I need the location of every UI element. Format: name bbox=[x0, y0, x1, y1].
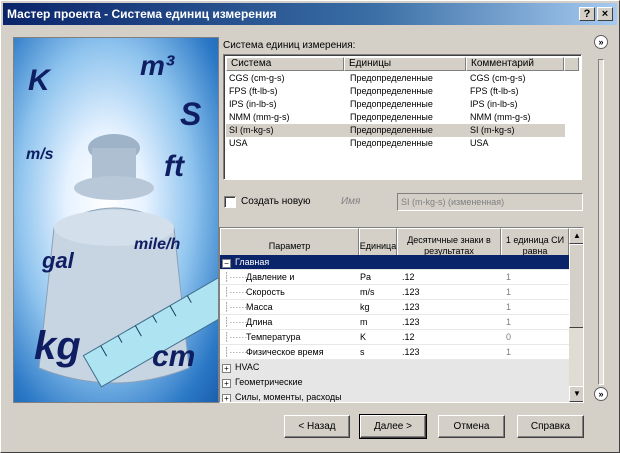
wizard-picture: K m³ S m/s ft mile/h gal kg cm bbox=[13, 37, 219, 403]
list-item[interactable]: IPS (in-lb-s) Предопределенные IPS (in-l… bbox=[226, 98, 565, 111]
expand-icon[interactable]: + bbox=[222, 379, 231, 388]
grid-scrollbar[interactable]: ▲ ▼ bbox=[569, 228, 583, 402]
create-new-checkbox[interactable] bbox=[224, 196, 236, 208]
list-item[interactable]: USA Предопределенные USA bbox=[226, 137, 565, 150]
category-row-hvac[interactable]: + HVAC bbox=[220, 360, 569, 375]
unit-label: S bbox=[180, 96, 202, 132]
column-header[interactable]: Единицы bbox=[344, 57, 466, 71]
table-row[interactable]: ┊······ Физическое время s .123 1 bbox=[220, 345, 569, 360]
systems-label: Система единиц измерения: bbox=[223, 40, 356, 51]
unit-label: m³ bbox=[140, 50, 175, 81]
unit-label: gal bbox=[42, 248, 74, 273]
expand-icon[interactable]: + bbox=[222, 394, 231, 402]
collapse-icon[interactable]: − bbox=[222, 259, 231, 268]
column-header[interactable]: Система bbox=[226, 57, 344, 71]
chevron-down-icon[interactable]: » bbox=[594, 387, 608, 401]
window-title: Мастер проекта - Система единиц измерени… bbox=[7, 7, 277, 21]
next-button[interactable]: Далее > bbox=[359, 414, 427, 439]
table-row[interactable]: ┊······ Длина m .123 1 bbox=[220, 315, 569, 330]
help-button[interactable]: Справка bbox=[517, 415, 584, 438]
unit-label: m/s bbox=[26, 146, 54, 163]
unit-label: ft bbox=[164, 150, 184, 183]
unit-label: kg bbox=[34, 324, 81, 368]
list-item[interactable]: CGS (cm-g-s) Предопределенные CGS (cm-g-… bbox=[226, 72, 565, 85]
back-button[interactable]: < Назад bbox=[284, 415, 350, 438]
category-row-main[interactable]: − Главная bbox=[220, 255, 569, 270]
column-header[interactable]: Комментарий bbox=[466, 57, 564, 71]
name-input[interactable]: SI (m-kg-s) (измененная) bbox=[397, 193, 583, 211]
chevron-up-icon[interactable]: » bbox=[594, 35, 608, 49]
cancel-button[interactable]: Отмена bbox=[438, 415, 505, 438]
list-item-selected[interactable]: SI (m-kg-s) Предопределенные SI (m-kg-s) bbox=[226, 124, 565, 137]
wizard-window: Мастер проекта - Система единиц измерени… bbox=[0, 0, 620, 453]
close-button[interactable]: × bbox=[597, 7, 613, 21]
table-row[interactable]: ┊······ Масса kg .123 1 bbox=[220, 300, 569, 315]
unit-label: K bbox=[28, 64, 50, 97]
title-bar: Мастер проекта - Система единиц измерени… bbox=[3, 3, 617, 25]
unit-label: cm bbox=[152, 340, 196, 373]
name-label: Имя bbox=[341, 196, 361, 207]
unit-label: mile/h bbox=[134, 236, 181, 253]
table-row[interactable]: ┊······ Давление и Pa .12 1 bbox=[220, 270, 569, 285]
column-header-filler bbox=[564, 57, 579, 71]
help-title-button[interactable]: ? bbox=[579, 7, 595, 21]
create-new-label: Создать новую bbox=[241, 196, 311, 207]
scroll-up-icon[interactable]: ▲ bbox=[569, 228, 583, 244]
expand-icon[interactable]: + bbox=[222, 364, 231, 373]
systems-list[interactable]: Система Единицы Комментарий CGS (cm-g-s)… bbox=[223, 54, 582, 180]
scroll-thumb[interactable] bbox=[569, 244, 583, 328]
table-row[interactable]: ┊······ Скорость m/s .123 1 bbox=[220, 285, 569, 300]
list-item[interactable]: FPS (ft-lb-s) Предопределенные FPS (ft-l… bbox=[226, 85, 565, 98]
category-row-geometric[interactable]: + Геометрические bbox=[220, 375, 569, 390]
table-row[interactable]: ┊······ Температура K .12 0 bbox=[220, 330, 569, 345]
scroll-down-icon[interactable]: ▼ bbox=[569, 386, 583, 402]
parameters-grid[interactable]: Параметр Единица Десятичные знаки в резу… bbox=[219, 227, 584, 403]
side-rail bbox=[598, 59, 604, 385]
category-row-forces[interactable]: + Силы, моменты, расходы bbox=[220, 390, 569, 402]
list-item[interactable]: NMM (mm-g-s) Предопределенные NMM (mm-g-… bbox=[226, 111, 565, 124]
